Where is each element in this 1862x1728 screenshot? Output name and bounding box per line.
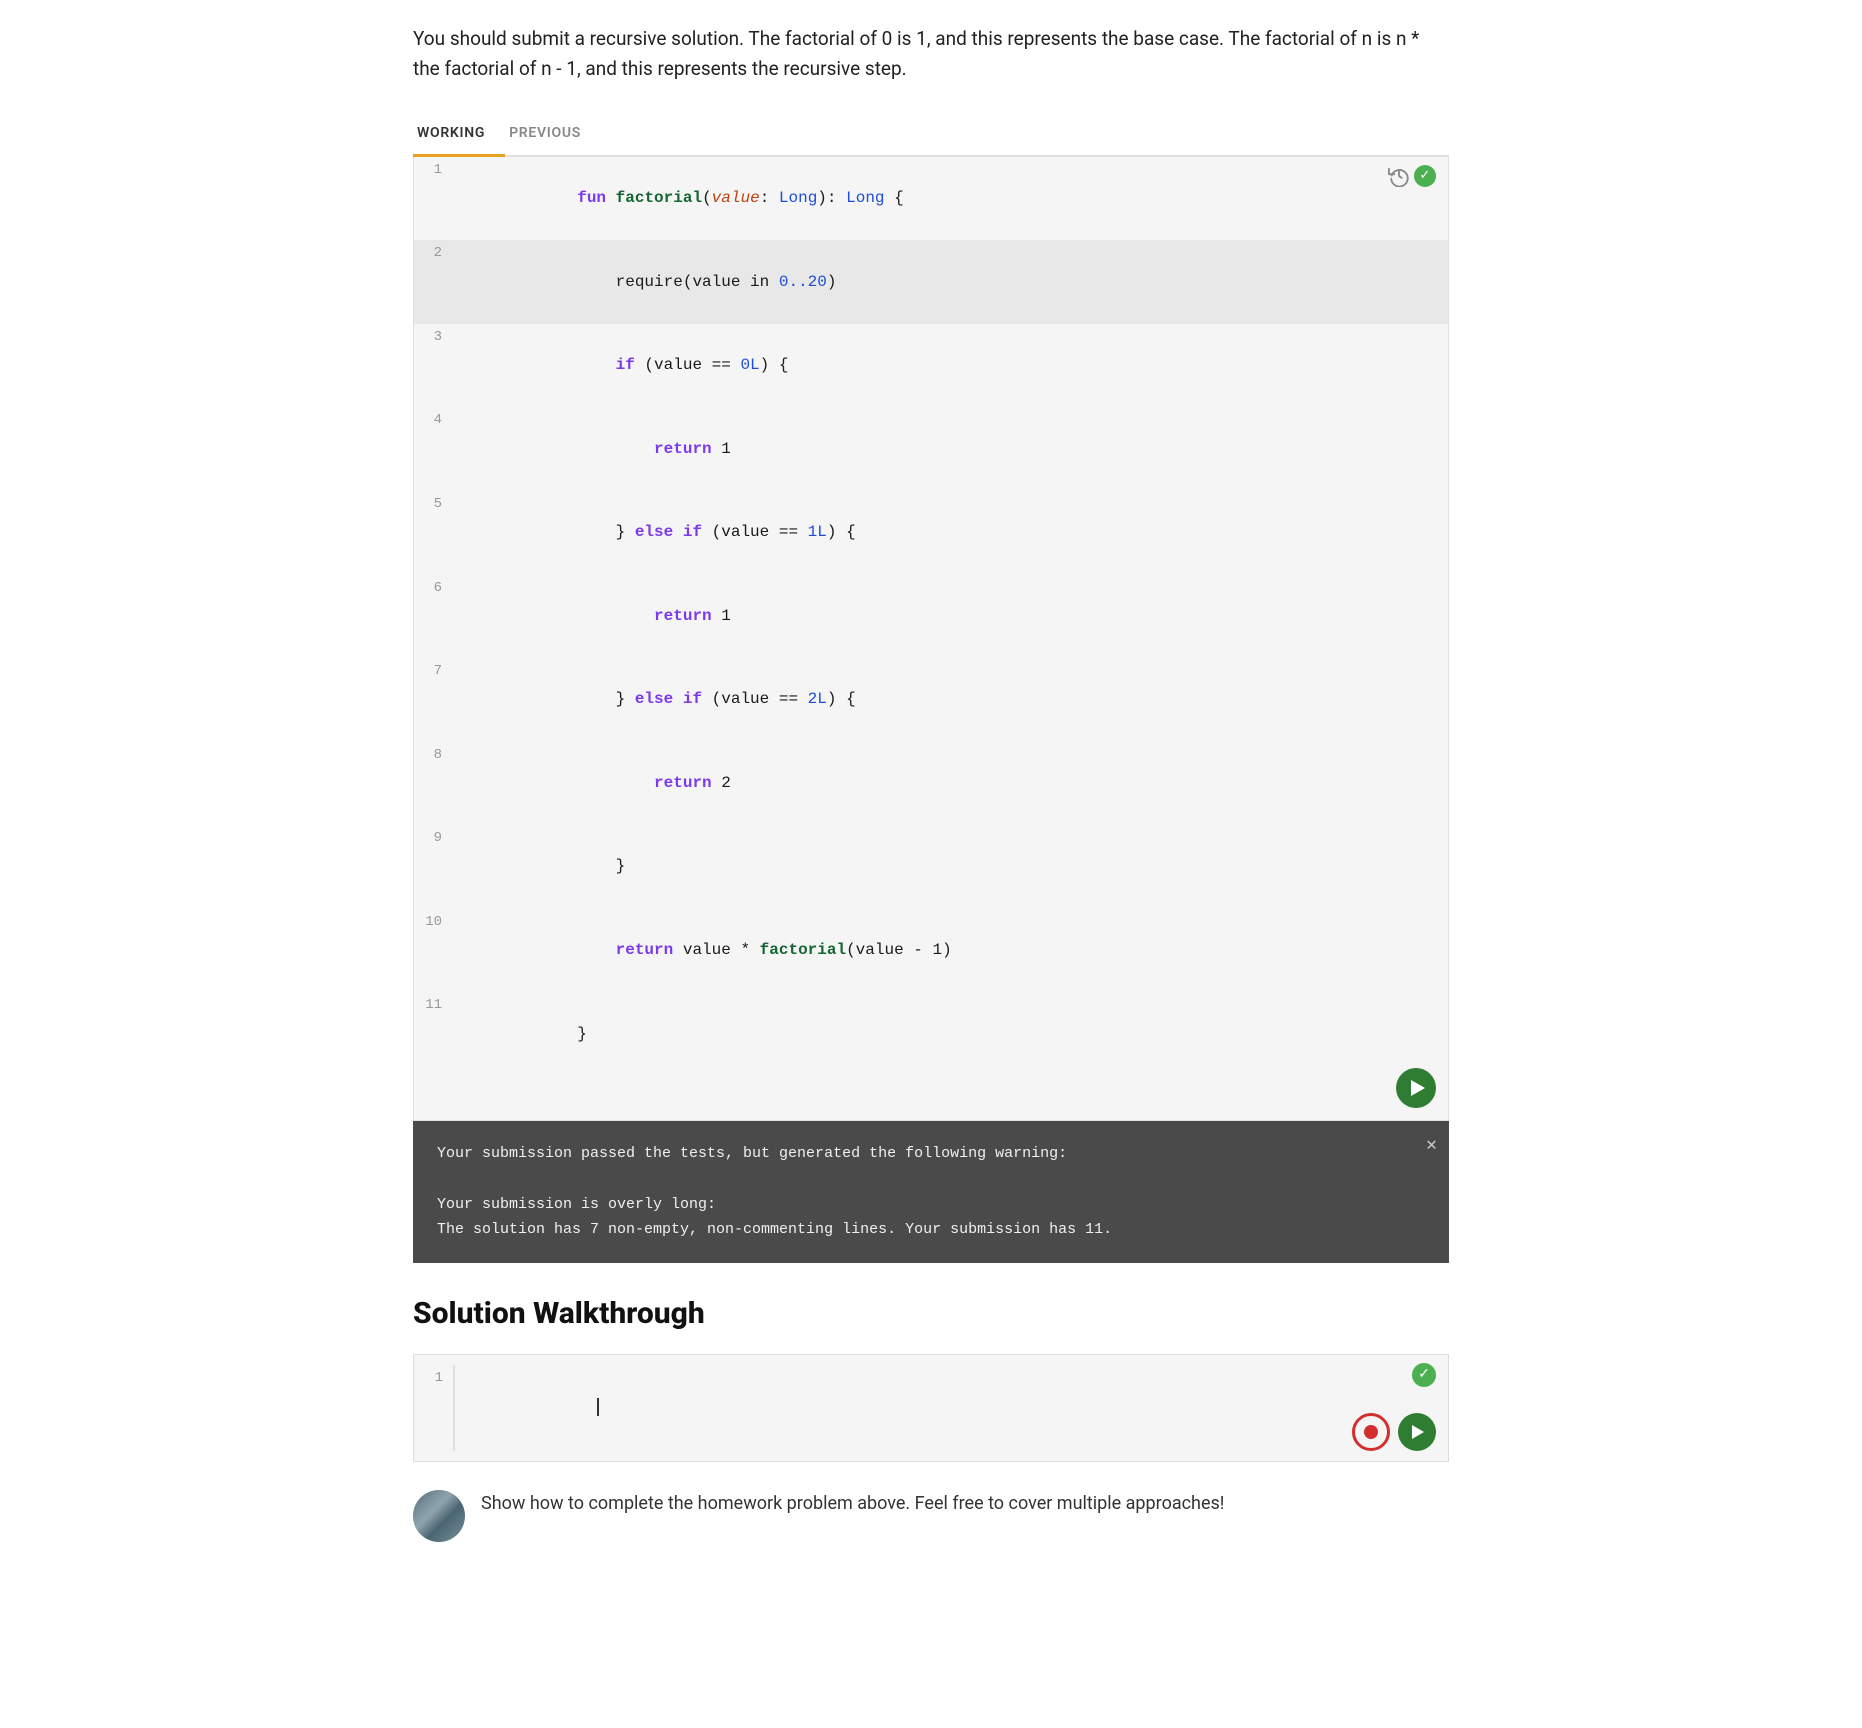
warning-line-3: Your submission is overly long: — [437, 1192, 1425, 1218]
problem-description: You should submit a recursive solution. … — [413, 24, 1449, 85]
line-code[interactable]: } else if (value == 2L) { — [454, 658, 1448, 742]
line-number: 5 — [414, 491, 454, 575]
solution-line-number: 1 — [414, 1365, 454, 1451]
line-code[interactable]: fun factorial(value: Long): Long { — [454, 157, 1448, 241]
user-section: Show how to complete the homework proble… — [413, 1462, 1449, 1542]
run-button[interactable] — [1396, 1068, 1436, 1108]
line-number: 7 — [414, 658, 454, 742]
table-row: 6 return 1 — [414, 575, 1448, 659]
line-number: 1 — [414, 157, 454, 241]
table-row: 3 if (value == 0L) { — [414, 324, 1448, 408]
warning-close-button[interactable]: ✕ — [1426, 1131, 1437, 1162]
user-comment-text: Show how to complete the homework proble… — [481, 1490, 1224, 1519]
line-code[interactable]: } else if (value == 1L) { — [454, 491, 1448, 575]
table-row: 10 return value * factorial(value - 1) — [414, 909, 1448, 993]
tab-working[interactable]: WORKING — [413, 113, 505, 157]
line-code[interactable]: return value * factorial(value - 1) — [454, 909, 1448, 993]
line-code[interactable]: return 1 — [454, 407, 1448, 491]
solution-editor-toolbar: ✓ — [1412, 1363, 1436, 1387]
table-row: 1 — [414, 1365, 1448, 1451]
line-code[interactable]: require(value in 0..20) — [454, 240, 1448, 324]
solution-line-code[interactable] — [454, 1365, 1448, 1451]
line-code[interactable]: if (value == 0L) { — [454, 324, 1448, 408]
solution-check-badge: ✓ — [1412, 1363, 1436, 1387]
solution-section: Solution Walkthrough ✓ 1 — [413, 1263, 1449, 1462]
table-row — [414, 1076, 1448, 1120]
line-number: 11 — [414, 992, 454, 1076]
line-number: 4 — [414, 407, 454, 491]
table-row: 9 } — [414, 825, 1448, 909]
warning-box: ✕ Your submission passed the tests, but … — [413, 1121, 1449, 1263]
warning-line-4: The solution has 7 non-empty, non-commen… — [437, 1217, 1425, 1243]
record-icon — [1364, 1425, 1378, 1439]
editor-toolbar: ✓ — [1388, 165, 1436, 187]
code-editor: ✓ 1 fun factorial(value: Long): Long { 2… — [413, 157, 1449, 1121]
warning-line-1: Your submission passed the tests, but ge… — [437, 1141, 1425, 1167]
record-button[interactable] — [1352, 1413, 1390, 1451]
avatar — [413, 1490, 465, 1542]
table-row: 7 } else if (value == 2L) { — [414, 658, 1448, 742]
line-number: 3 — [414, 324, 454, 408]
line-code[interactable]: return 1 — [454, 575, 1448, 659]
table-row: 2 require(value in 0..20) — [414, 240, 1448, 324]
solution-code-table: 1 — [414, 1365, 1448, 1451]
avatar-image — [413, 1490, 465, 1542]
solution-run-button[interactable] — [1398, 1413, 1436, 1451]
tab-previous[interactable]: PREVIOUS — [505, 113, 601, 157]
solution-title: Solution Walkthrough — [413, 1291, 1449, 1336]
line-number: 8 — [414, 742, 454, 826]
table-row: 5 } else if (value == 1L) { — [414, 491, 1448, 575]
line-number: 9 — [414, 825, 454, 909]
code-table: 1 fun factorial(value: Long): Long { 2 r… — [414, 157, 1448, 1120]
line-code[interactable]: } — [454, 825, 1448, 909]
status-check-badge: ✓ — [1414, 165, 1436, 187]
text-cursor — [597, 1398, 599, 1416]
solution-editor[interactable]: ✓ 1 — [413, 1354, 1449, 1462]
table-row: 4 return 1 — [414, 407, 1448, 491]
line-number: 10 — [414, 909, 454, 993]
warning-line-2 — [437, 1166, 1425, 1192]
table-row: 1 fun factorial(value: Long): Long { — [414, 157, 1448, 241]
table-row: 8 return 2 — [414, 742, 1448, 826]
table-row: 11 } — [414, 992, 1448, 1076]
line-number: 2 — [414, 240, 454, 324]
line-code[interactable]: return 2 — [454, 742, 1448, 826]
tabs-container: WORKING PREVIOUS — [413, 113, 1449, 157]
line-number: 6 — [414, 575, 454, 659]
line-code[interactable]: } — [454, 992, 1448, 1076]
history-icon[interactable] — [1388, 165, 1410, 187]
